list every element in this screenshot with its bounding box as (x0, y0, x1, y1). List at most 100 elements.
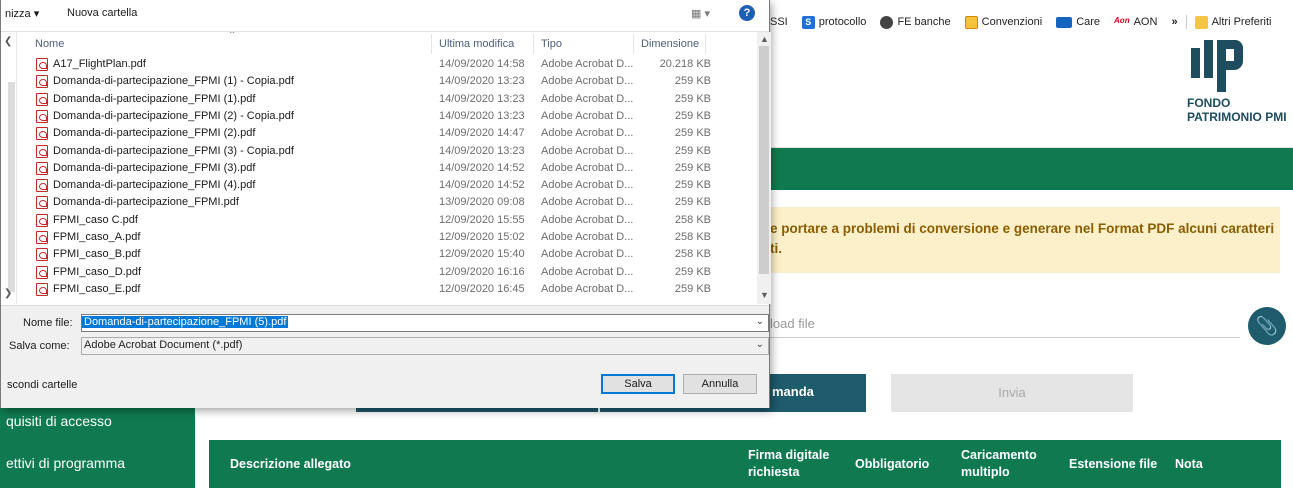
column-divider (633, 34, 634, 54)
file-size: 259 KB (674, 92, 711, 105)
bookmark-care[interactable]: Care (1056, 16, 1100, 28)
side-navigation: quisiti di accesso ettivi di programma (0, 398, 195, 488)
bookmarks-bar: SSI Sprotocollo FE banche Convenzioni Ca… (770, 10, 1293, 34)
hide-folders-toggle[interactable]: scondi cartelle (7, 379, 77, 391)
file-row[interactable]: Domanda-di-partecipazione_FPMI (1) - Cop… (21, 73, 757, 90)
file-modified: 14/09/2020 13:23 (439, 109, 525, 122)
column-header-modified[interactable]: Ultima modifica (439, 38, 514, 50)
nav-scroll-down-icon[interactable]: ❯ (4, 288, 12, 299)
file-modified: 12/09/2020 15:02 (439, 231, 525, 243)
file-type: Adobe Acrobat D... (541, 179, 634, 192)
bookmark-protocollo[interactable]: Sprotocollo (801, 15, 866, 29)
file-size: 259 KB (674, 75, 711, 88)
file-row[interactable]: A17_FlightPlan.pdf 14/09/2020 14:58 Adobe … (21, 56, 757, 73)
file-type: Adobe Acrobat D... (541, 127, 634, 140)
other-bookmarks-folder[interactable]: Altri Preferiti (1194, 15, 1271, 29)
pdf-file-icon (36, 265, 48, 279)
logo-mark-icon (1187, 34, 1247, 92)
file-name: FPMI_caso_B.pdf (53, 248, 141, 261)
file-type: Adobe Acrobat D... (541, 92, 634, 105)
organize-menu[interactable]: nizza ▾ (5, 7, 39, 20)
column-divider (533, 34, 534, 54)
chevron-down-icon[interactable]: ⌄ (756, 316, 764, 327)
th-estensione: Estensione file (1069, 457, 1158, 471)
chevron-down-icon[interactable]: ⌄ (756, 339, 764, 350)
help-icon[interactable]: ? (739, 5, 755, 21)
scroll-down-icon[interactable]: ▼ (760, 290, 769, 300)
scroll-up-icon[interactable]: ▲ (760, 34, 769, 44)
attach-button[interactable]: 📎 (1248, 307, 1286, 345)
file-row[interactable]: FPMI_caso_B.pdf 12/09/2020 15:40 Adobe Acr… (21, 246, 757, 263)
sidebar-item-obiettivi[interactable]: ettivi di programma (6, 455, 125, 471)
column-header-name[interactable]: Nome (35, 38, 64, 50)
file-size: 259 KB (674, 282, 711, 295)
file-row[interactable]: Domanda-di-partecipazione_FPMI.pdf 13/09/… (21, 194, 757, 211)
bookmark-convenzioni[interactable]: Convenzioni (964, 15, 1042, 29)
file-list-scrollbar[interactable]: ▲ ▼ (757, 32, 771, 304)
upload-file-input[interactable]: load file (770, 316, 815, 331)
pdf-file-icon (36, 75, 48, 89)
fondo-patrimonio-logo[interactable]: FONDO PATRIMONIO PMI (1187, 34, 1287, 124)
save-button[interactable]: Salva (601, 374, 675, 394)
file-size: 259 KB (674, 265, 711, 278)
file-name: Domanda-di-partecipazione_FPMI.pdf (53, 196, 239, 209)
pdf-file-icon (36, 213, 48, 227)
file-modified: 14/09/2020 13:23 (439, 92, 525, 105)
pdf-file-icon (36, 144, 48, 158)
file-row[interactable]: Domanda-di-partecipazione_FPMI (2).pdf 14… (21, 125, 757, 142)
file-size: 259 KB (674, 144, 711, 157)
file-row[interactable]: FPMI_caso_E.pdf 12/09/2020 16:45 Adobe Acr… (21, 281, 757, 298)
file-row[interactable]: Domanda-di-partecipazione_FPMI (2) - Cop… (21, 108, 757, 125)
sidebar-item-requisiti[interactable]: quisiti di accesso (6, 413, 112, 429)
column-header-type[interactable]: Tipo (541, 38, 562, 50)
nav-scroll-up-icon[interactable]: ❮ (4, 36, 12, 47)
file-row[interactable]: FPMI_caso_A.pdf 12/09/2020 15:02 Adobe Acr… (21, 229, 757, 246)
column-divider (705, 34, 706, 54)
file-modified: 14/09/2020 13:23 (439, 144, 525, 157)
file-row[interactable]: FPMI_caso_D.pdf 12/09/2020 16:16 Adobe Acr… (21, 264, 757, 281)
file-type: Adobe Acrobat D... (541, 161, 634, 174)
file-type: Adobe Acrobat D... (541, 248, 634, 261)
file-size: 259 KB (674, 179, 711, 192)
file-name: Domanda-di-partecipazione_FPMI (2).pdf (53, 127, 256, 140)
file-modified: 13/09/2020 09:08 (439, 196, 525, 209)
nav-scrollbar-thumb[interactable] (8, 82, 15, 292)
file-type: Adobe Acrobat D... (541, 282, 634, 295)
file-row[interactable]: Domanda-di-partecipazione_FPMI (1).pdf 14… (21, 91, 757, 108)
folder-icon (1194, 15, 1208, 29)
scrollbar-thumb[interactable] (759, 46, 769, 274)
column-header-size[interactable]: Dimensione (641, 38, 699, 50)
paperclip-icon: 📎 (1255, 316, 1279, 336)
flag-icon (1056, 16, 1073, 28)
file-type: Adobe Acrobat D... (541, 196, 634, 209)
bookmark-aon[interactable]: Aon AON (1114, 16, 1157, 29)
filename-input[interactable]: Domanda-di-partecipazione_FPMI (5).pdf ⌄ (81, 314, 769, 332)
file-modified: 14/09/2020 14:47 (439, 127, 525, 140)
file-name: FPMI_caso_D.pdf (53, 265, 142, 278)
file-row[interactable]: FPMI_caso C.pdf 12/09/2020 15:55 Adobe Acr… (21, 212, 757, 229)
skype-icon: S (801, 15, 815, 29)
savetype-value: Adobe Acrobat Document (*.pdf) (84, 339, 243, 351)
navigation-pane: ❮ ❯ (1, 32, 17, 304)
file-name: Domanda-di-partecipazione_FPMI (2) - Cop… (53, 109, 294, 122)
file-name: FPMI_caso_A.pdf (53, 231, 141, 243)
gift-icon (964, 15, 978, 29)
view-options-button[interactable]: ▦ ▾ (691, 7, 710, 20)
file-modified: 14/09/2020 14:52 (439, 161, 525, 174)
pdf-file-icon (36, 179, 48, 193)
cancel-button[interactable]: Annulla (683, 374, 757, 394)
dialog-footer: Nome file: Domanda-di-partecipazione_FPM… (1, 305, 769, 408)
warning-alert: e portare a problemi di conversione e ge… (770, 207, 1280, 273)
invia-button[interactable]: Invia (891, 374, 1133, 412)
pdf-file-icon (36, 92, 48, 106)
file-row[interactable]: Domanda-di-partecipazione_FPMI (3).pdf 14… (21, 160, 757, 177)
bookmark-ssi[interactable]: SSI (770, 16, 788, 28)
savetype-select[interactable]: Adobe Acrobat Document (*.pdf) ⌄ (81, 337, 769, 355)
bookmark-fe-banche[interactable]: FE banche (880, 15, 951, 29)
more-bookmarks-button[interactable]: » (1171, 16, 1177, 28)
file-row[interactable]: Domanda-di-partecipazione_FPMI (3) - Cop… (21, 143, 757, 160)
dialog-toolbar: nizza ▾ Nuova cartella ▦ ▾ ? (1, 0, 769, 32)
file-row[interactable]: Domanda-di-partecipazione_FPMI (4).pdf 14… (21, 177, 757, 194)
new-folder-button[interactable]: Nuova cartella (67, 7, 137, 19)
aon-logo-icon: Aon (1114, 15, 1130, 25)
